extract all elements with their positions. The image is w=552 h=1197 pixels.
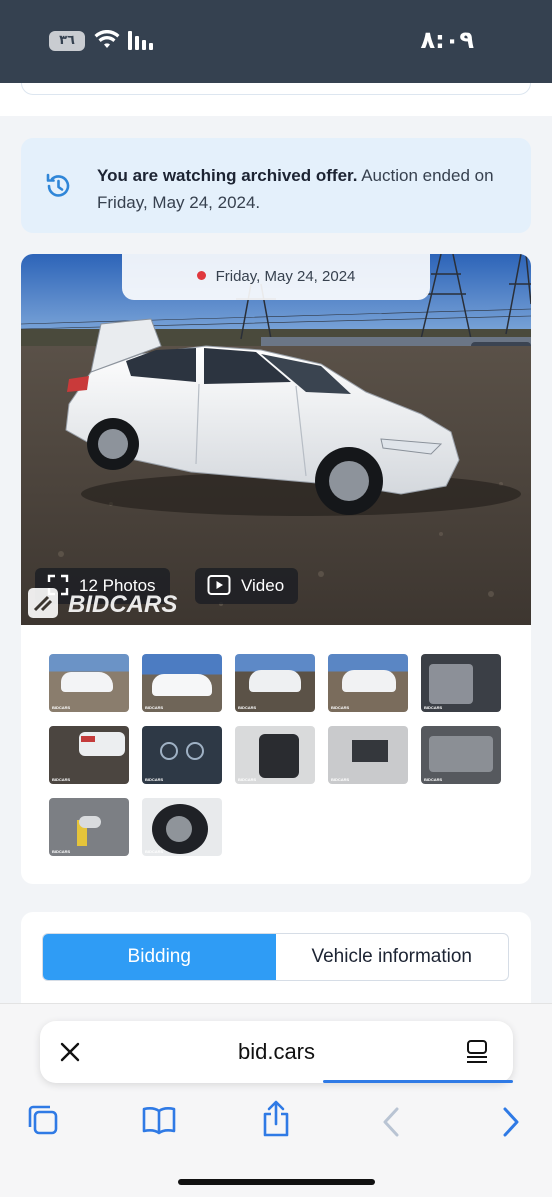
forward-icon[interactable]: [500, 1106, 522, 1138]
svg-text:BIDCARS: BIDCARS: [68, 591, 177, 618]
video-button[interactable]: Video: [195, 568, 299, 604]
wifi-icon: [94, 30, 120, 48]
back-icon[interactable]: [380, 1106, 402, 1138]
bidcars-watermark: BIDCARS: [26, 584, 196, 625]
play-icon: [207, 575, 231, 595]
url-text: bid.cars: [237, 1039, 316, 1064]
clock: ٨:٠٩: [420, 26, 474, 54]
archived-notice: You are watching archived offer. Auction…: [21, 138, 531, 233]
web-page: You are watching archived offer. Auction…: [0, 83, 552, 1003]
bookmarks-icon[interactable]: [141, 1103, 177, 1137]
load-progress: [323, 1080, 513, 1083]
tabs-icon[interactable]: [26, 1103, 60, 1137]
thumbnail[interactable]: BIDCARS: [49, 726, 129, 784]
main-photo[interactable]: Friday, May 24, 2024 12 Photos Video BID…: [21, 254, 531, 625]
thumbnail[interactable]: BIDCARS: [328, 726, 408, 784]
status-bar: ٣٦ ٨:٠٩: [0, 0, 552, 83]
address-bar[interactable]: bid.cars: [40, 1021, 513, 1083]
thumbnail[interactable]: BIDCARS: [49, 798, 129, 856]
video-label: Video: [241, 576, 285, 595]
thumbnail[interactable]: BIDCARS: [142, 654, 222, 712]
reader-icon[interactable]: [465, 1039, 489, 1065]
notice-text: You are watching archived offer. Auction…: [97, 162, 507, 216]
battery-indicator: ٣٦: [49, 31, 85, 51]
status-dot: [196, 271, 206, 280]
auction-date: Friday, May 24, 2024: [215, 268, 356, 285]
notice-bold: You are watching archived offer.: [97, 166, 358, 185]
thumbnail[interactable]: BIDCARS: [235, 654, 315, 712]
thumbnail[interactable]: BIDCARS: [328, 654, 408, 712]
history-icon: [46, 173, 70, 197]
tab-vehicle-information[interactable]: Vehicle information: [276, 934, 509, 980]
thumbnail[interactable]: BIDCARS: [142, 798, 222, 856]
browser-toolbar: bid.cars: [0, 1003, 552, 1197]
top-card: [21, 83, 531, 95]
thumbnail[interactable]: BIDCARS: [142, 726, 222, 784]
home-indicator: [178, 1179, 375, 1185]
signal-icon: [128, 31, 153, 50]
thumbnail[interactable]: BIDCARS: [235, 726, 315, 784]
detail-tabs: Bidding Vehicle information: [42, 933, 509, 981]
photo-gallery: Friday, May 24, 2024 12 Photos Video BID…: [21, 254, 531, 884]
thumbnail[interactable]: BIDCARS: [421, 654, 501, 712]
thumbnail[interactable]: BIDCARS: [49, 654, 129, 712]
tab-bidding[interactable]: Bidding: [43, 934, 276, 980]
thumbnail[interactable]: BIDCARS: [421, 726, 501, 784]
tabs-card: Bidding Vehicle information: [21, 912, 531, 1003]
auction-date-pill: Friday, May 24, 2024: [122, 254, 430, 300]
share-icon[interactable]: [259, 1100, 293, 1138]
